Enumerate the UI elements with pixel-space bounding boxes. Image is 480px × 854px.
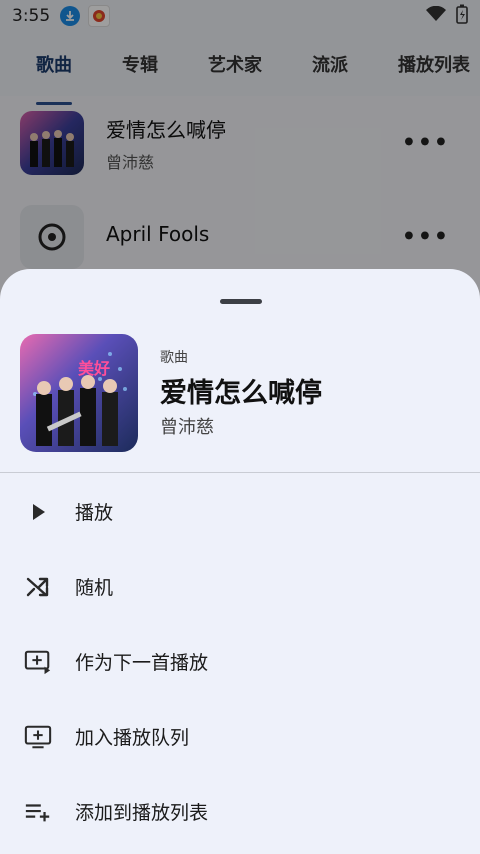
menu-item-shuffle[interactable]: 随机 [0, 549, 480, 624]
options-menu: 播放 随机 作为下一首播放 加入播放队列 添加到播放列表 [0, 474, 480, 849]
play-next-icon [24, 648, 52, 676]
menu-label: 添加到播放列表 [75, 802, 209, 824]
album-cover: 美好 [20, 334, 138, 452]
menu-label: 加入播放队列 [75, 727, 190, 749]
shuffle-icon [24, 573, 52, 601]
sheet-song-title: 爱情怎么喊停 [160, 378, 322, 409]
menu-label: 播放 [75, 502, 114, 524]
sheet-header: 美好 歌曲 爱情怎么喊停 曾沛慈 [0, 331, 480, 473]
sheet-song-artist: 曾沛慈 [160, 417, 214, 438]
menu-item-play[interactable]: 播放 [0, 474, 480, 549]
add-to-queue-icon [24, 723, 52, 751]
cover-logo-text: 美好 [78, 359, 110, 378]
drag-handle[interactable] [220, 299, 262, 304]
menu-label: 随机 [75, 577, 114, 599]
menu-label: 作为下一首播放 [75, 652, 209, 674]
divider [0, 472, 480, 473]
menu-item-play-next[interactable]: 作为下一首播放 [0, 624, 480, 699]
item-type-label: 歌曲 [160, 350, 188, 366]
menu-item-add-to-playlist[interactable]: 添加到播放列表 [0, 774, 480, 849]
add-to-playlist-icon [24, 798, 52, 826]
menu-item-add-to-queue[interactable]: 加入播放队列 [0, 699, 480, 774]
play-icon [24, 498, 52, 526]
song-options-bottom-sheet: 美好 歌曲 爱情怎么喊停 曾沛慈 播放 随机 作为下一首播放 加入播放队列 添加… [0, 269, 480, 854]
